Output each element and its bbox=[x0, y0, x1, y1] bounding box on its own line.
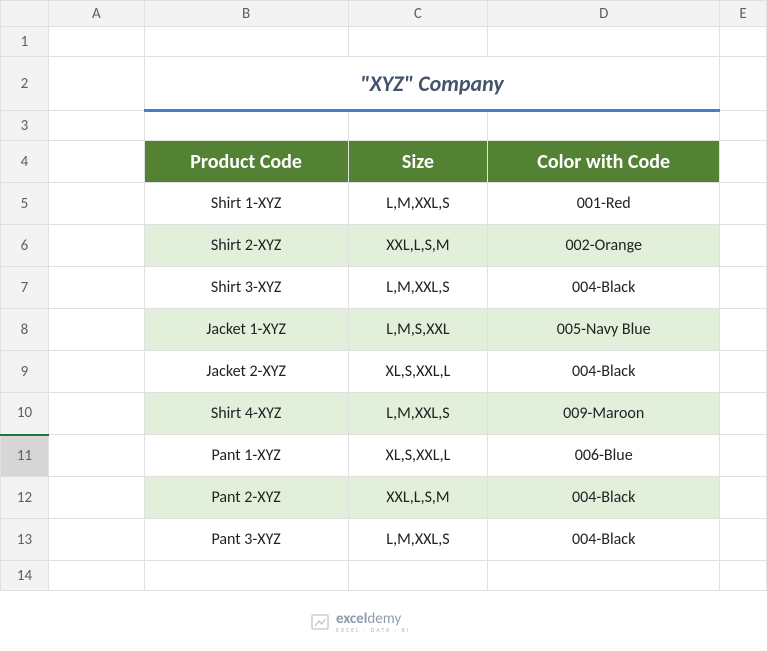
cell[interactable] bbox=[720, 351, 767, 393]
table-cell-product[interactable]: Shirt 2-XYZ bbox=[144, 225, 348, 267]
watermark-tagline: EXCEL · DATA · BI bbox=[336, 626, 410, 634]
table-cell-size[interactable]: L,M,S,XXL bbox=[348, 309, 488, 351]
cell[interactable] bbox=[720, 225, 767, 267]
cell[interactable] bbox=[720, 183, 767, 225]
row-header-13[interactable]: 13 bbox=[1, 519, 49, 561]
table-cell-product[interactable]: Pant 2-XYZ bbox=[144, 477, 348, 519]
cell[interactable] bbox=[144, 111, 348, 141]
table-cell-color[interactable]: 004-Black bbox=[488, 267, 720, 309]
logo-icon bbox=[310, 612, 330, 632]
table-cell-size[interactable]: XL,S,XXL,L bbox=[348, 435, 488, 477]
row-header-5[interactable]: 5 bbox=[1, 183, 49, 225]
company-title[interactable]: "XYZ" Company bbox=[144, 57, 719, 111]
cell[interactable] bbox=[48, 183, 144, 225]
cell[interactable] bbox=[720, 393, 767, 435]
select-all-corner[interactable] bbox=[1, 1, 49, 27]
table-cell-color[interactable]: 004-Black bbox=[488, 477, 720, 519]
cell[interactable] bbox=[720, 561, 767, 591]
row-header-8[interactable]: 8 bbox=[1, 309, 49, 351]
table-cell-product[interactable]: Jacket 2-XYZ bbox=[144, 351, 348, 393]
table-cell-color[interactable]: 009-Maroon bbox=[488, 393, 720, 435]
cell[interactable] bbox=[48, 111, 144, 141]
cell[interactable] bbox=[48, 225, 144, 267]
row-header-12[interactable]: 12 bbox=[1, 477, 49, 519]
cell[interactable] bbox=[48, 309, 144, 351]
row-header-3[interactable]: 3 bbox=[1, 111, 49, 141]
cell[interactable] bbox=[720, 477, 767, 519]
table-cell-product[interactable]: Jacket 1-XYZ bbox=[144, 309, 348, 351]
cell[interactable] bbox=[48, 141, 144, 183]
table-cell-color[interactable]: 005-Navy Blue bbox=[488, 309, 720, 351]
table-cell-size[interactable]: L,M,XXL,S bbox=[348, 183, 488, 225]
table-header-color[interactable]: Color with Code bbox=[488, 141, 720, 183]
table-cell-size[interactable]: XL,S,XXL,L bbox=[348, 351, 488, 393]
table-cell-size[interactable]: XXL,L,S,M bbox=[348, 225, 488, 267]
cell[interactable] bbox=[348, 27, 488, 57]
cell[interactable] bbox=[48, 351, 144, 393]
spreadsheet-grid[interactable]: A B C D E 1 2 "XYZ" Company 3 4 Product … bbox=[0, 0, 767, 591]
cell[interactable] bbox=[48, 519, 144, 561]
col-header-b[interactable]: B bbox=[144, 1, 348, 27]
row-header-2[interactable]: 2 bbox=[1, 57, 49, 111]
row-header-14[interactable]: 14 bbox=[1, 561, 49, 591]
col-header-d[interactable]: D bbox=[488, 1, 720, 27]
cell[interactable] bbox=[48, 57, 144, 111]
cell[interactable] bbox=[720, 309, 767, 351]
table-cell-color[interactable]: 004-Black bbox=[488, 351, 720, 393]
cell[interactable] bbox=[720, 27, 767, 57]
table-header-size[interactable]: Size bbox=[348, 141, 488, 183]
table-cell-size[interactable]: L,M,XXL,S bbox=[348, 267, 488, 309]
row-header-1[interactable]: 1 bbox=[1, 27, 49, 57]
table-cell-color[interactable]: 004-Black bbox=[488, 519, 720, 561]
table-cell-color[interactable]: 006-Blue bbox=[488, 435, 720, 477]
row-header-9[interactable]: 9 bbox=[1, 351, 49, 393]
cell[interactable] bbox=[720, 111, 767, 141]
table-header-product[interactable]: Product Code bbox=[144, 141, 348, 183]
cell[interactable] bbox=[488, 27, 720, 57]
row-header-6[interactable]: 6 bbox=[1, 225, 49, 267]
cell[interactable] bbox=[488, 111, 720, 141]
table-cell-color[interactable]: 001-Red bbox=[488, 183, 720, 225]
cell[interactable] bbox=[48, 267, 144, 309]
cell[interactable] bbox=[488, 561, 720, 591]
cell[interactable] bbox=[720, 57, 767, 111]
cell[interactable] bbox=[48, 561, 144, 591]
cell[interactable] bbox=[48, 393, 144, 435]
table-cell-size[interactable]: L,M,XXL,S bbox=[348, 393, 488, 435]
cell[interactable] bbox=[348, 111, 488, 141]
table-cell-color[interactable]: 002-Orange bbox=[488, 225, 720, 267]
table-cell-product[interactable]: Shirt 4-XYZ bbox=[144, 393, 348, 435]
table-cell-size[interactable]: L,M,XXL,S bbox=[348, 519, 488, 561]
col-header-c[interactable]: C bbox=[348, 1, 488, 27]
row-header-4[interactable]: 4 bbox=[1, 141, 49, 183]
col-header-e[interactable]: E bbox=[720, 1, 767, 27]
cell[interactable] bbox=[348, 561, 488, 591]
cell[interactable] bbox=[720, 519, 767, 561]
cell[interactable] bbox=[48, 435, 144, 477]
cell[interactable] bbox=[48, 27, 144, 57]
table-cell-product[interactable]: Pant 3-XYZ bbox=[144, 519, 348, 561]
row-header-7[interactable]: 7 bbox=[1, 267, 49, 309]
cell[interactable] bbox=[720, 267, 767, 309]
row-header-11[interactable]: 11 bbox=[1, 435, 49, 477]
cell[interactable] bbox=[144, 561, 348, 591]
table-cell-product[interactable]: Shirt 3-XYZ bbox=[144, 267, 348, 309]
cell[interactable] bbox=[48, 477, 144, 519]
cell[interactable] bbox=[720, 141, 767, 183]
col-header-a[interactable]: A bbox=[48, 1, 144, 27]
row-header-10[interactable]: 10 bbox=[1, 393, 49, 435]
table-cell-product[interactable]: Pant 1-XYZ bbox=[144, 435, 348, 477]
watermark-logo: exceldemy EXCEL · DATA · BI bbox=[310, 610, 410, 634]
cell[interactable] bbox=[720, 435, 767, 477]
table-cell-product[interactable]: Shirt 1-XYZ bbox=[144, 183, 348, 225]
table-cell-size[interactable]: XXL,L,S,M bbox=[348, 477, 488, 519]
cell[interactable] bbox=[144, 27, 348, 57]
